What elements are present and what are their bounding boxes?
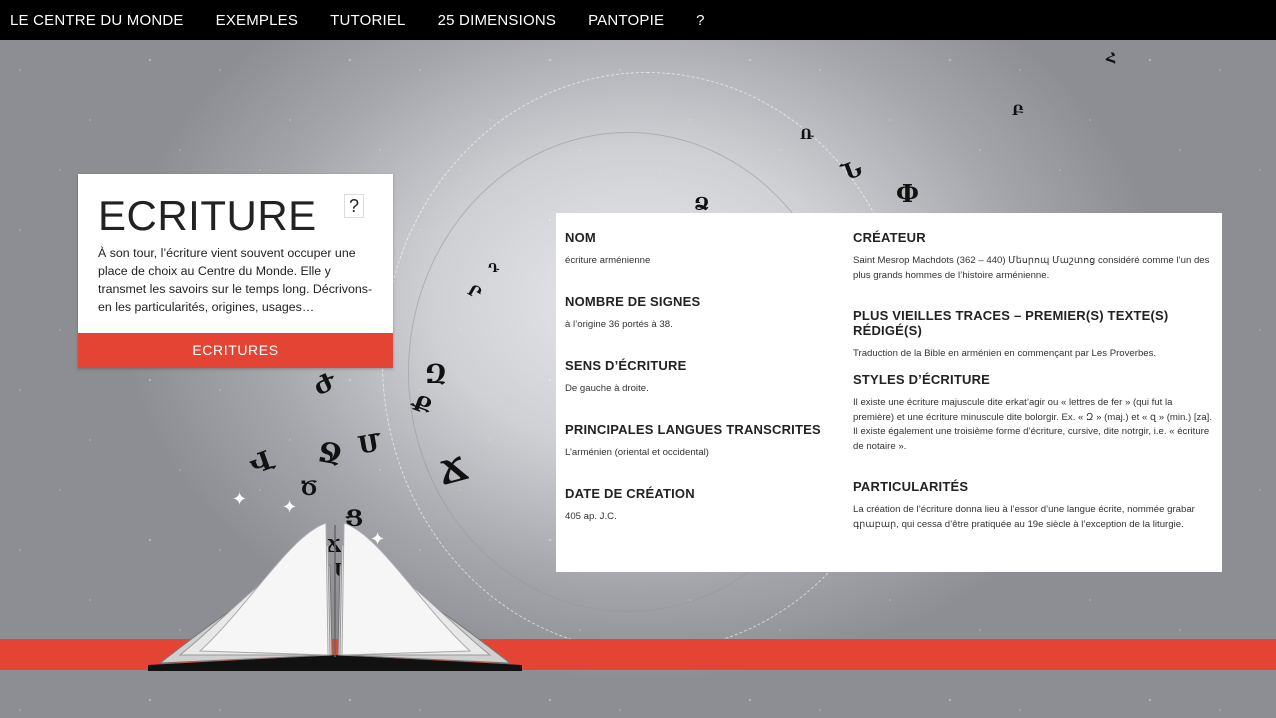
field-label: STYLES D’ÉCRITURE (853, 372, 991, 387)
floating-letter: Ջ (315, 435, 345, 472)
field-value: 405 ap. J.C. (565, 511, 617, 522)
field-value: L’arménien (oriental et occidental) (565, 447, 709, 458)
floating-letter: Մ (355, 427, 384, 460)
field-label: PARTICULARITÉS (853, 479, 969, 494)
floating-letter: Զ (425, 360, 447, 390)
field-sens-ecriture: SENS D’ÉCRITURE De gauche à droite. (565, 358, 686, 397)
field-value: Saint Mesrop Machdots (362 – 440) Մեսրոպ… (853, 255, 1210, 281)
field-label: SENS D’ÉCRITURE (565, 358, 687, 373)
floating-letter: Փ (896, 179, 919, 208)
floating-letter: Ռ (800, 127, 814, 143)
field-styles-ecriture: STYLES D’ÉCRITURE Il existe une écriture… (853, 372, 1215, 454)
nav-item-help[interactable]: ? (696, 12, 705, 29)
field-value: La création de l’écriture donna lieu à l… (853, 504, 1195, 530)
field-label: NOM (565, 230, 596, 245)
field-label: NOMBRE DE SIGNES (565, 294, 701, 309)
help-button[interactable]: ? (344, 194, 364, 218)
nav-item-exemples[interactable]: EXEMPLES (216, 12, 298, 29)
open-book-icon (148, 522, 522, 671)
field-particularites: PARTICULARITÉS La création de l’écriture… (853, 479, 1215, 532)
field-value: Traduction de la Bible en arménien en co… (853, 348, 1157, 359)
field-date-creation: DATE DE CRÉATION 405 ap. J.C. (565, 486, 695, 525)
field-createur: CRÉATEUR Saint Mesrop Machdots (362 – 44… (853, 230, 1215, 283)
field-label: PRINCIPALES LANGUES TRANSCRITES (565, 422, 821, 437)
field-langues: PRINCIPALES LANGUES TRANSCRITES L’arméni… (565, 422, 821, 461)
nav-item-pantopie[interactable]: PANTOPIE (588, 12, 664, 29)
field-nombre-de-signes: NOMBRE DE SIGNES à l’origine 36 portés à… (565, 294, 700, 333)
field-nom: NOM écriture arménienne (565, 230, 650, 269)
field-value: écriture arménienne (565, 255, 651, 266)
floating-letter: Ծ (300, 476, 318, 500)
page-title: ECRITURE (98, 192, 317, 239)
floating-letter: Դ (488, 261, 499, 275)
ecritures-button[interactable]: ECRITURES (78, 333, 393, 368)
nav-item-tutoriel[interactable]: TUTORIEL (330, 12, 406, 29)
nav-item-25-dimensions[interactable]: 25 DIMENSIONS (438, 12, 556, 29)
field-value: De gauche à droite. (565, 383, 649, 394)
info-panel: NOM écriture arménienne NOMBRE DE SIGNES… (556, 213, 1222, 572)
field-label: DATE DE CRÉATION (565, 486, 695, 501)
floating-letter: Հ (1106, 51, 1117, 67)
field-value: à l’origine 36 portés à 38. (565, 319, 673, 330)
field-value: Il existe une écriture majuscule dite er… (853, 397, 1213, 452)
floating-letter: Ձ (694, 194, 710, 215)
field-label: CRÉATEUR (853, 230, 926, 245)
top-navigation: LE CENTRE DU MONDE EXEMPLES TUTORIEL 25 … (0, 0, 1276, 40)
field-vieilles-traces: PLUS VIEILLES TRACES – PREMIER(S) TEXTE(… (853, 308, 1215, 362)
intro-card: ECRITURE ? À son tour, l’écriture vient … (78, 174, 393, 368)
nav-item-centre-du-monde[interactable]: LE CENTRE DU MONDE (10, 12, 184, 29)
intro-description: À son tour, l’écriture vient souvent occ… (98, 246, 373, 314)
floating-letter: Բ (1012, 103, 1024, 119)
field-label: PLUS VIEILLES TRACES – PREMIER(S) TEXTE(… (853, 308, 1169, 338)
